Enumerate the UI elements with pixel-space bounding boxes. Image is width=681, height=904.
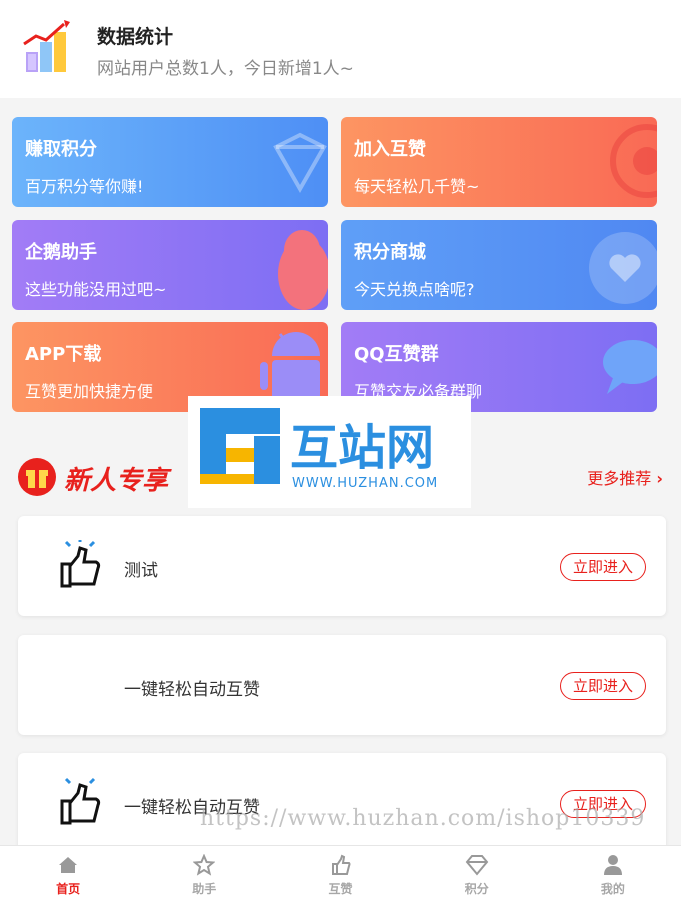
thumbs-up-icon [60,540,101,588]
stats-header: 数据统计 网站用户总数1人，今日新增1人~ [0,0,681,98]
bar-chart-logo-icon [23,20,70,72]
card-subtitle: 每天轻松几千赞~ [354,177,480,196]
card-title: APP下载 [25,344,102,365]
more-recommend-link[interactable]: 更多推荐 › [587,465,663,489]
tab-assistant[interactable]: 助手 [136,846,272,904]
card-penguin-assistant[interactable]: 企鹅助手 这些功能没用过吧~ [12,220,328,310]
tab-label: 助手 [192,882,217,896]
enter-button[interactable]: 立即进入 [560,553,646,581]
diamond-icon [273,132,327,194]
list-item[interactable]: 测试 立即进入 [18,516,666,616]
card-title: 企鹅助手 [25,242,97,263]
chevron-right-icon: › [656,469,663,488]
tab-label: 积分 [464,882,489,896]
item-name: 一键轻松自动互赞 [124,680,260,700]
card-title: 加入互赞 [354,139,426,160]
bottom-tab-bar: 首页 助手 互赞 积分 我的 [0,845,681,904]
card-join-likes[interactable]: 加入互赞 每天轻松几千赞~ [341,117,657,207]
tab-mine[interactable]: 我的 [545,846,681,904]
card-subtitle: 这些功能没用过吧~ [25,280,167,299]
item-name: 测试 [124,561,158,581]
watermark-brand: 互站网 [290,420,435,476]
card-subtitle: 百万积分等你赚! [25,177,144,196]
tab-label: 我的 [600,882,625,896]
watermark-domain: WWW.HUZHAN.COM [292,476,439,491]
card-title: 赚取积分 [25,139,97,160]
card-subtitle: 互赞更加快捷方便 [25,382,154,401]
circle-icon [610,124,657,198]
card-title: QQ互赞群 [354,344,439,365]
header-subtitle: 网站用户总数1人，今日新增1人~ [97,59,354,79]
tab-label: 互赞 [328,882,353,896]
gift-icon [18,458,56,496]
tab-home[interactable]: 首页 [0,846,136,904]
penguin-icon [278,230,328,310]
diamond-icon [465,855,489,876]
card-subtitle: 今天兑换点啥呢? [354,280,475,299]
heart-icon [589,232,657,304]
new-user-badge: 新人专享 [18,456,180,496]
more-label: 更多推荐 [587,469,652,488]
tab-points[interactable]: 积分 [409,846,545,904]
huzhan-watermark-logo: 互站网 WWW.HUZHAN.COM [188,396,471,508]
tab-label: 首页 [56,882,81,896]
card-points-mall[interactable]: 积分商城 今天兑换点啥呢? [341,220,657,310]
card-earn-points[interactable]: 赚取积分 百万积分等你赚! [12,117,328,207]
chat-icon [603,340,657,394]
card-title: 积分商城 [354,242,426,263]
header-title: 数据统计 [97,26,174,48]
home-icon [59,857,78,873]
list-item[interactable]: 一键轻松自动互赞 立即进入 [18,753,666,853]
new-user-label: 新人专享 [64,466,169,496]
watermark-url: https://www.huzhan.com/ishop10339 [200,806,646,831]
tab-likes[interactable]: 互赞 [272,846,408,904]
enter-button[interactable]: 立即进入 [560,672,646,700]
star-icon [193,854,216,876]
thumbs-up-icon [331,854,350,875]
user-icon [603,855,622,875]
list-item[interactable]: 一键轻松自动互赞 立即进入 [18,635,666,735]
thumbs-up-icon [60,777,101,825]
